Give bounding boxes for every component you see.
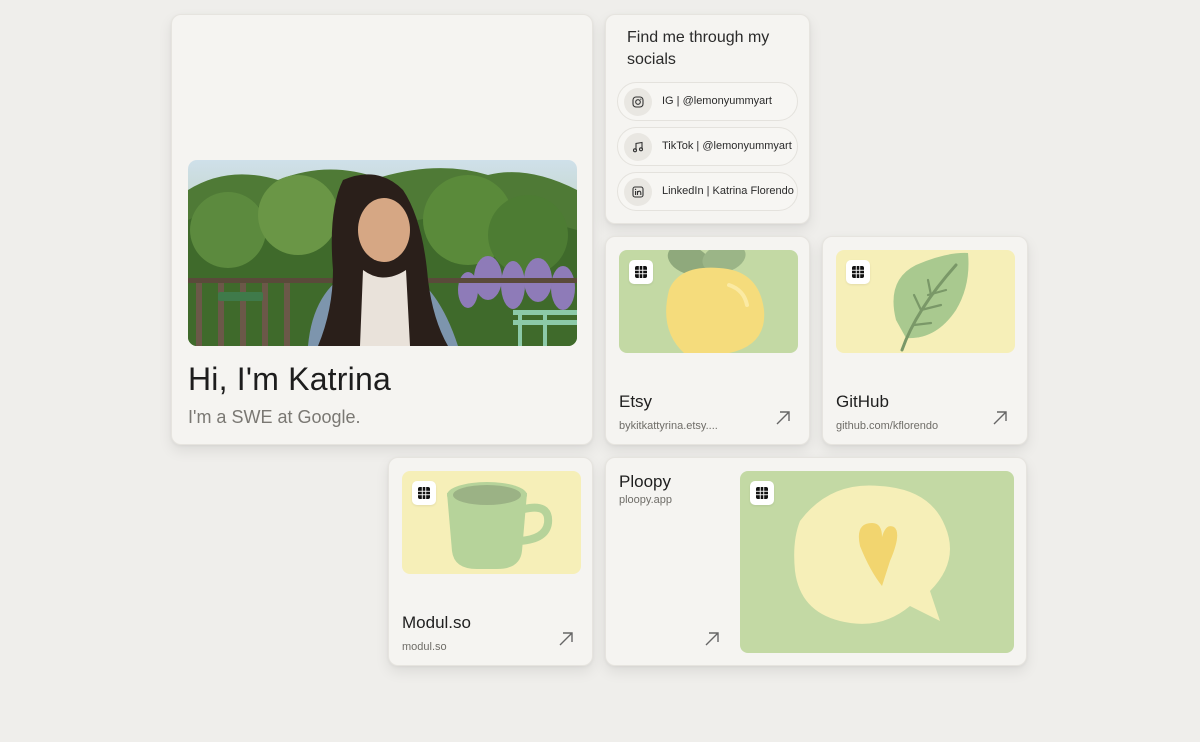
social-link-label: TikTok | @lemonyummyart	[662, 140, 792, 152]
socials-card: Find me through my socials IG | @lemonyu…	[605, 14, 810, 224]
social-link-instagram[interactable]: IG | @lemonyummyart	[617, 82, 798, 121]
social-link-linkedin[interactable]: LinkedIn | Katrina Florendo	[617, 172, 798, 211]
arrow-up-right-icon	[705, 632, 719, 646]
link-url: bykitkattyrina.etsy....	[619, 420, 718, 432]
arrow-up-right-icon	[993, 411, 1007, 425]
grid-logo-icon	[750, 481, 774, 505]
linkedin-icon	[624, 178, 652, 206]
link-url: modul.so	[402, 641, 447, 653]
arrow-up-right-icon	[776, 411, 790, 425]
leaf-illustration	[836, 250, 1015, 353]
profile-card: Hi, I'm Katrina I'm a SWE at Google.	[171, 14, 593, 445]
link-title: GitHub	[836, 392, 889, 411]
grid-logo-icon	[846, 260, 870, 284]
lemon-illustration	[619, 250, 798, 353]
link-title: Modul.so	[402, 613, 471, 632]
link-title: Ploopy	[619, 472, 671, 491]
profile-photo	[188, 160, 577, 346]
instagram-icon	[624, 88, 652, 116]
github-link-card[interactable]: GitHub github.com/kflorendo	[822, 236, 1028, 445]
profile-name: Hi, I'm Katrina	[188, 361, 391, 397]
social-link-label: LinkedIn | Katrina Florendo	[662, 185, 794, 197]
socials-title: Find me through my socials	[627, 29, 770, 68]
music-note-icon	[624, 133, 652, 161]
social-link-label: IG | @lemonyummyart	[662, 95, 772, 107]
social-link-tiktok[interactable]: TikTok | @lemonyummyart	[617, 127, 798, 166]
link-title: Etsy	[619, 392, 653, 411]
grid-logo-icon	[412, 481, 436, 505]
link-url: ploopy.app	[619, 494, 673, 506]
arrow-up-right-icon	[559, 632, 573, 646]
profile-bio: I'm a SWE at Google.	[188, 407, 361, 427]
grid-logo-icon	[629, 260, 653, 284]
heart-speech-bubble-illustration	[740, 471, 1014, 653]
modul-link-card[interactable]: Modul.so modul.so	[388, 457, 593, 666]
link-url: github.com/kflorendo	[836, 420, 939, 432]
mug-illustration	[402, 471, 581, 574]
ploopy-link-card[interactable]: Ploopy ploopy.app	[605, 457, 1027, 666]
etsy-link-card[interactable]: Etsy bykitkattyrina.etsy....	[605, 236, 810, 445]
